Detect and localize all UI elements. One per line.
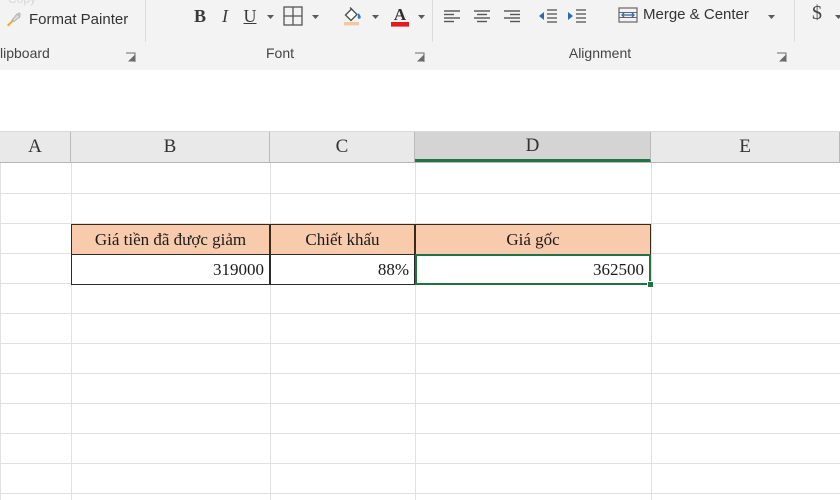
grid-row-line	[0, 463, 840, 464]
grid-row-line	[0, 433, 840, 434]
font-color-a-icon: A	[389, 3, 411, 29]
align-center-icon	[471, 6, 493, 26]
table-header-cell[interactable]: Giá gốc	[415, 224, 651, 255]
align-left-button[interactable]	[441, 6, 463, 26]
table-value-cell[interactable]: 88%	[270, 254, 415, 285]
merge-cells-icon	[617, 4, 639, 26]
format-painter-button[interactable]: Format Painter	[5, 10, 128, 28]
merge-center-button[interactable]	[617, 4, 639, 26]
grid-row-line	[0, 193, 840, 194]
column-header-a[interactable]: A	[0, 132, 71, 162]
grid-row-line	[0, 313, 840, 314]
selected-cell[interactable]: 362500	[415, 254, 651, 285]
decrease-indent-button[interactable]	[537, 6, 559, 26]
clipboard-group-label: lipboard	[0, 45, 120, 61]
decrease-indent-icon	[537, 6, 559, 26]
font-group-label: Font	[190, 45, 370, 61]
font-dialog-launcher-icon[interactable]	[414, 52, 426, 64]
grid-column-line	[270, 163, 271, 500]
column-header-c[interactable]: C	[270, 132, 415, 162]
fill-color-chevron-down-icon[interactable]	[370, 11, 381, 22]
align-left-icon	[441, 6, 463, 26]
align-right-icon	[501, 6, 523, 26]
column-header-d[interactable]: D	[415, 132, 651, 162]
svg-text:A: A	[394, 5, 407, 24]
increase-indent-icon	[566, 6, 588, 26]
grid-column-line	[0, 163, 1, 500]
grid-row-line	[0, 403, 840, 404]
excel-window: Copy Format Painter B I U	[0, 0, 840, 500]
column-header-e[interactable]: E	[651, 132, 840, 162]
underline-chevron-down-icon[interactable]	[265, 11, 276, 22]
formula-bar: fx =B4/C4	[0, 70, 840, 132]
format-painter-label: Format Painter	[29, 11, 128, 28]
spreadsheet-grid[interactable]	[0, 163, 840, 500]
column-header-row: ABCDE	[0, 132, 840, 163]
paintbrush-icon	[5, 10, 23, 28]
align-center-button[interactable]	[471, 6, 493, 26]
borders-grid-icon	[282, 5, 304, 27]
currency-chevron-down-icon[interactable]	[833, 11, 840, 22]
grid-column-line	[415, 163, 416, 500]
alignment-dialog-launcher-icon[interactable]	[776, 52, 788, 64]
italic-button[interactable]: I	[215, 4, 235, 28]
grid-row-line	[0, 343, 840, 344]
clipboard-dialog-launcher-icon[interactable]	[125, 52, 137, 64]
grid-column-line	[71, 163, 72, 500]
fill-color-button[interactable]	[341, 4, 365, 28]
fill-handle[interactable]	[647, 281, 654, 288]
ribbon: Copy Format Painter B I U	[0, 0, 840, 70]
grid-column-line	[651, 163, 652, 500]
table-header-cell[interactable]: Chiết khấu	[270, 224, 415, 255]
number-format-currency-button[interactable]: $	[812, 2, 822, 25]
merge-center-label[interactable]: Merge & Center	[643, 6, 749, 23]
borders-chevron-down-icon[interactable]	[310, 11, 321, 22]
table-value-cell[interactable]: 319000	[71, 254, 270, 285]
clipboard-copy-item-cutoff[interactable]: Copy	[8, 0, 36, 6]
ribbon-group-labels: lipboard Font Alignment	[0, 42, 840, 70]
font-color-button[interactable]: A	[389, 3, 411, 29]
alignment-group-label: Alignment	[510, 45, 690, 61]
align-right-button[interactable]	[501, 6, 523, 26]
merge-center-chevron-down-icon[interactable]	[766, 11, 777, 22]
borders-button[interactable]	[282, 5, 304, 27]
ribbon-commands: Copy Format Painter B I U	[0, 0, 840, 42]
fill-color-bucket-icon	[341, 4, 365, 28]
table-header-cell[interactable]: Giá tiền đã được giảm	[71, 224, 270, 255]
font-color-chevron-down-icon[interactable]	[416, 11, 427, 22]
grid-row-line	[0, 373, 840, 374]
grid-row-line	[0, 493, 840, 494]
column-header-b[interactable]: B	[71, 132, 270, 162]
bold-button[interactable]: B	[189, 4, 211, 28]
increase-indent-button[interactable]	[566, 6, 588, 26]
underline-button[interactable]: U	[239, 4, 261, 28]
